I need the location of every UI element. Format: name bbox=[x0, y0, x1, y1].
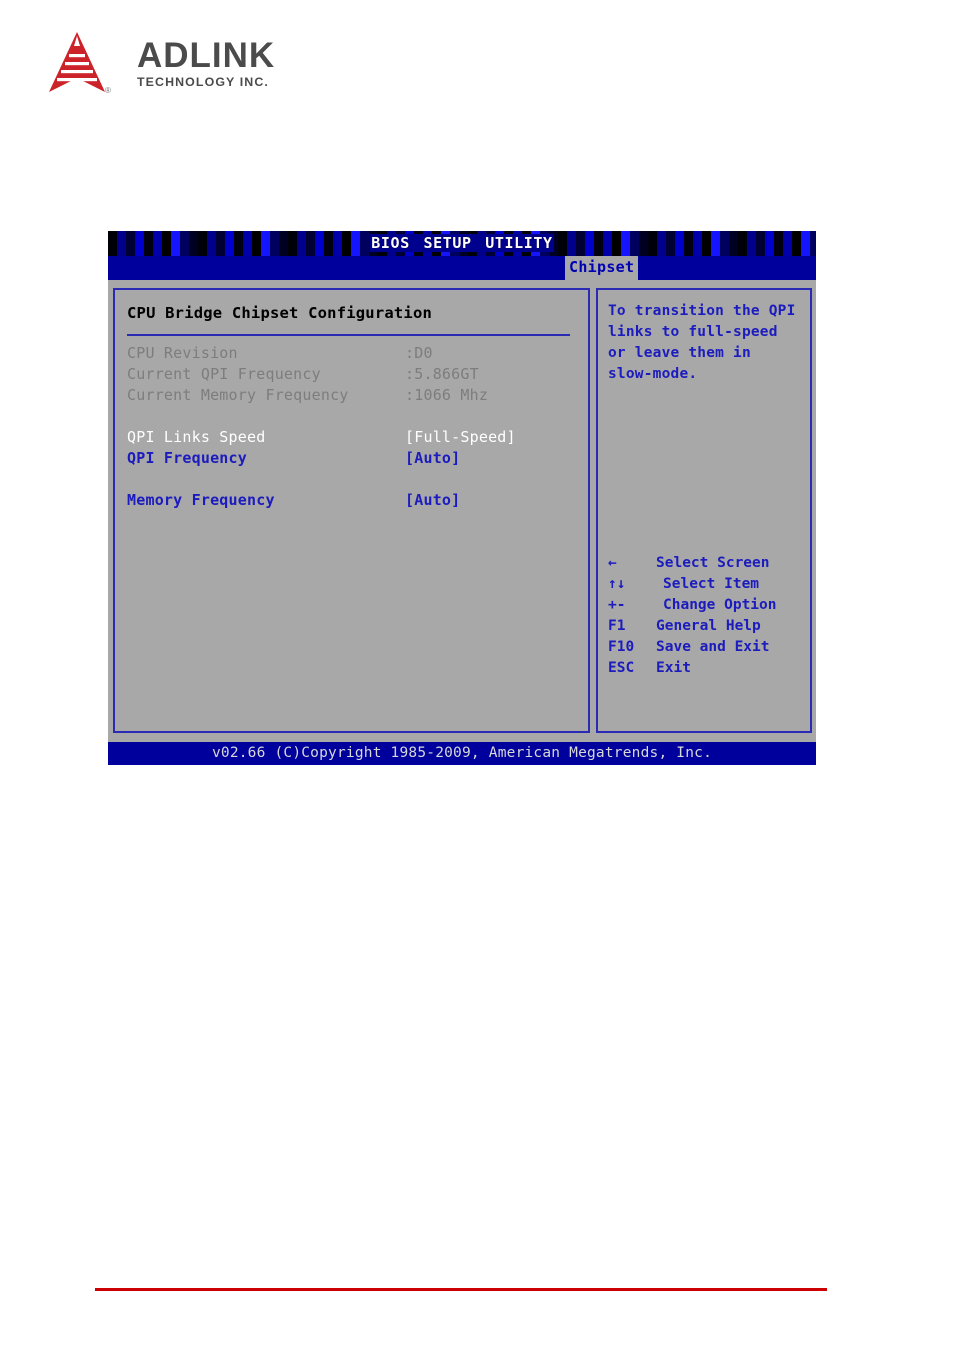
help-text-line-4: slow-mode. bbox=[608, 366, 698, 382]
settings-panel: CPU Bridge Chipset Configuration CPU Rev… bbox=[113, 288, 590, 733]
key-legend-change-option: +- Change Option bbox=[608, 597, 804, 618]
key-cap-esc: ESC bbox=[608, 660, 635, 676]
info-row-cpu-revision: CPU Revision :D0 bbox=[127, 344, 580, 365]
adlink-name: ADLINK bbox=[137, 36, 276, 75]
adlink-tagline: TECHNOLOGY INC. bbox=[137, 75, 269, 89]
bios-setup-screenshot: BIOS SETUP UTILITY Chipset CPU Bridge Ch… bbox=[108, 231, 816, 765]
option-row-qpi-frequency[interactable]: QPI Frequency [Auto] bbox=[127, 449, 580, 470]
info-row-current-memory-frequency: Current Memory Frequency :1066 Mhz bbox=[127, 386, 580, 407]
bios-footer: v02.66 (C)Copyright 1985-2009, American … bbox=[108, 742, 816, 765]
key-cap-f1: F1 bbox=[608, 618, 626, 634]
option-value-qpi-frequency[interactable]: [Auto] bbox=[405, 449, 460, 467]
option-label-qpi-frequency: QPI Frequency bbox=[127, 449, 247, 467]
key-legend-label-save-and-exit: Save and Exit bbox=[656, 639, 770, 655]
info-value-cpu-revision: :D0 bbox=[405, 344, 433, 362]
key-cap-f10: F10 bbox=[608, 639, 635, 655]
section-divider bbox=[127, 334, 570, 336]
help-panel: To transition the QPI links to full-spee… bbox=[596, 288, 812, 733]
info-label-current-qpi-frequency: Current QPI Frequency bbox=[127, 365, 321, 383]
key-legend-label-select-screen: Select Screen bbox=[656, 555, 770, 571]
section-title: CPU Bridge Chipset Configuration bbox=[127, 304, 433, 322]
info-row-current-qpi-frequency: Current QPI Frequency :5.866GT bbox=[127, 365, 580, 386]
help-text-line-3: or leave them in bbox=[608, 345, 751, 361]
plus-minus-icon: +- bbox=[608, 597, 626, 613]
option-value-qpi-links-speed[interactable]: [Full-Speed] bbox=[405, 428, 516, 446]
adlink-logo-mark bbox=[49, 32, 105, 92]
help-text-line-2: links to full-speed bbox=[608, 324, 778, 340]
bios-body: CPU Bridge Chipset Configuration CPU Rev… bbox=[108, 280, 816, 742]
key-legend-label-select-item: Select Item bbox=[663, 576, 760, 592]
tab-chipset[interactable]: Chipset bbox=[565, 256, 639, 280]
key-legend-save-and-exit: F10 Save and Exit bbox=[608, 639, 804, 660]
up-down-arrow-icon: ↑↓ bbox=[608, 576, 626, 592]
info-value-current-qpi-frequency: :5.866GT bbox=[405, 365, 479, 383]
info-value-current-memory-frequency: :1066 Mhz bbox=[405, 386, 489, 404]
registered-mark: ® bbox=[105, 86, 111, 95]
bios-title-word-1: BIOS bbox=[370, 234, 411, 252]
bios-title: BIOS SETUP UTILITY bbox=[108, 234, 816, 252]
key-legend-select-item: ↑↓ Select Item bbox=[608, 576, 804, 597]
option-row-qpi-links-speed[interactable]: QPI Links Speed [Full-Speed] bbox=[127, 428, 580, 449]
page-footer-rule bbox=[95, 1288, 827, 1291]
left-arrow-icon: ← bbox=[608, 555, 617, 571]
key-legend-label-change-option: Change Option bbox=[663, 597, 777, 613]
option-label-qpi-links-speed: QPI Links Speed bbox=[127, 428, 266, 446]
info-label-cpu-revision: CPU Revision bbox=[127, 344, 238, 362]
key-legend-general-help: F1 General Help bbox=[608, 618, 804, 639]
key-legend-label-general-help: General Help bbox=[656, 618, 761, 634]
adlink-logo: ADLINK TECHNOLOGY INC. ® bbox=[47, 32, 347, 98]
help-text-line-1: To transition the QPI bbox=[608, 303, 796, 319]
option-row-memory-frequency[interactable]: Memory Frequency [Auto] bbox=[127, 491, 580, 512]
bios-title-word-3: UTILITY bbox=[484, 234, 554, 252]
info-label-current-memory-frequency: Current Memory Frequency bbox=[127, 386, 349, 404]
bios-title-word-2: SETUP bbox=[422, 234, 473, 252]
option-value-memory-frequency[interactable]: [Auto] bbox=[405, 491, 460, 509]
key-legend-select-screen: ← Select Screen bbox=[608, 555, 804, 576]
adlink-wordmark: ADLINK TECHNOLOGY INC. bbox=[137, 36, 347, 90]
key-legend-exit: ESC Exit bbox=[608, 660, 804, 681]
bios-tab-bar: Chipset bbox=[108, 256, 816, 280]
key-legend-label-exit: Exit bbox=[656, 660, 691, 676]
option-label-memory-frequency: Memory Frequency bbox=[127, 491, 275, 509]
bios-title-bar: BIOS SETUP UTILITY bbox=[108, 231, 816, 256]
